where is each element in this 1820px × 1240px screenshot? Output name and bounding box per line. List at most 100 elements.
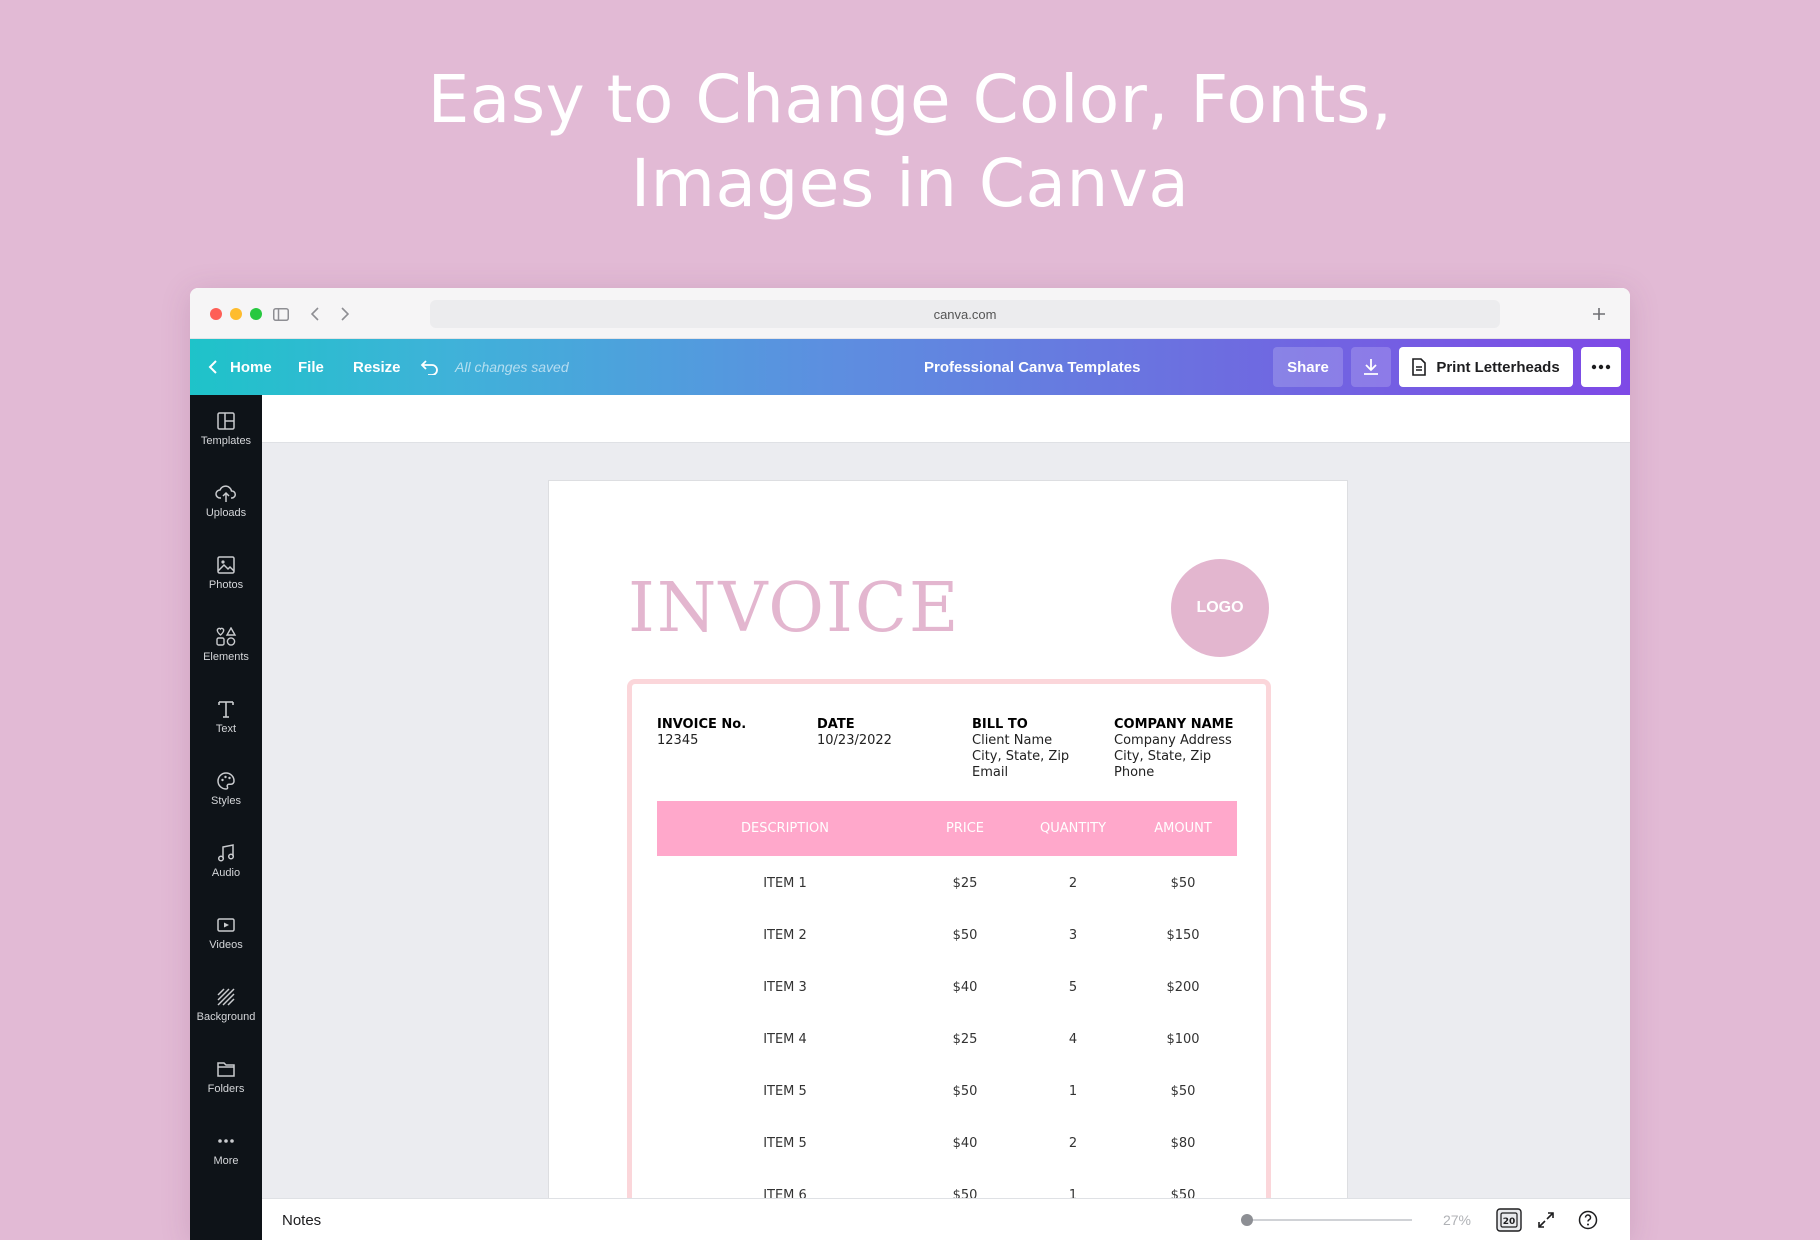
sidebar-item-folders[interactable]: Folders: [190, 1053, 262, 1115]
browser-titlebar: canva.com: [190, 288, 1630, 339]
invoice-number-label: INVOICE No.: [657, 717, 747, 732]
logo-placeholder[interactable]: LOGO: [1171, 559, 1269, 657]
cell-amount: $100: [1166, 1031, 1200, 1047]
forward-arrow-icon[interactable]: [332, 301, 358, 327]
cell-description: ITEM 1: [763, 875, 807, 891]
bill-to-line: City, State, Zip: [972, 749, 1070, 764]
page-grid-button[interactable]: 20: [1495, 1207, 1523, 1233]
chevron-left-icon: [208, 360, 217, 374]
close-window-button[interactable]: [210, 308, 222, 320]
bill-to-block[interactable]: BILL TO Client Name City, State, Zip Ema…: [972, 717, 1069, 781]
cell-price: $25: [952, 1031, 978, 1047]
sidebar-item-text[interactable]: Text: [190, 693, 262, 755]
maximize-window-button[interactable]: [250, 308, 262, 320]
undo-icon: [420, 360, 438, 375]
sidebar-item-elements[interactable]: Elements: [190, 621, 262, 683]
sidebar-item-photos[interactable]: Photos: [190, 549, 262, 611]
bill-to-line: Email: [972, 765, 1009, 780]
invoice-title[interactable]: INVOICE: [628, 569, 961, 648]
zoom-level[interactable]: 27%: [1432, 1199, 1482, 1240]
cell-amount: $200: [1166, 979, 1200, 995]
browser-window: canva.com Home File Resize All changes s…: [190, 288, 1630, 1240]
cell-amount: $50: [1170, 1187, 1196, 1202]
date-value: 10/23/2022: [817, 733, 892, 748]
cell-description: ITEM 6: [763, 1187, 807, 1202]
sidebar-item-videos[interactable]: Videos: [190, 909, 262, 971]
notes-button[interactable]: Notes: [282, 1199, 321, 1240]
bill-to-line: Client Name: [972, 733, 1053, 748]
zoom-slider-thumb[interactable]: [1241, 1214, 1253, 1226]
table-row[interactable]: ITEM 5 $40 2 $80: [657, 1117, 1237, 1169]
table-row[interactable]: ITEM 4 $25 4 $100: [657, 1013, 1237, 1065]
cell-quantity: 1: [1068, 1083, 1078, 1099]
help-question-icon: [1578, 1210, 1598, 1230]
cell-quantity: 3: [1068, 927, 1078, 943]
help-button[interactable]: [1574, 1207, 1602, 1233]
resize-button[interactable]: Resize: [353, 339, 401, 395]
print-letterheads-button[interactable]: Print Letterheads: [1399, 347, 1573, 387]
sidebar-item-audio[interactable]: Audio: [190, 837, 262, 899]
bottom-bar: Notes 27% 20: [262, 1198, 1630, 1240]
company-line: City, State, Zip: [1114, 749, 1212, 764]
date-block[interactable]: DATE 10/23/2022: [817, 717, 892, 749]
headline-line-1: Easy to Change Color, Fonts,: [427, 61, 1393, 138]
column-header-price: PRICE: [946, 821, 984, 836]
more-options-button[interactable]: [1581, 347, 1621, 387]
cell-amount: $150: [1166, 927, 1200, 943]
sidebar-toggle-icon[interactable]: [268, 301, 294, 327]
bill-to-label: BILL TO: [972, 717, 1028, 732]
cell-quantity: 2: [1068, 1135, 1078, 1151]
home-label: Home: [230, 358, 272, 376]
fullscreen-button[interactable]: [1532, 1207, 1560, 1233]
new-tab-plus-icon[interactable]: [1586, 301, 1612, 327]
sidebar-item-label: More: [213, 1155, 239, 1167]
background-pattern-icon: [217, 988, 235, 1006]
design-page[interactable]: INVOICE LOGO INVOICE No. 12345 DATE 10/2…: [549, 481, 1347, 1201]
download-icon: [1364, 359, 1378, 375]
file-menu-button[interactable]: File: [298, 339, 324, 395]
download-button[interactable]: [1351, 347, 1391, 387]
sidebar-item-more[interactable]: More: [190, 1125, 262, 1187]
cell-description: ITEM 5: [763, 1083, 807, 1099]
table-row[interactable]: ITEM 1 $25 2 $50: [657, 857, 1237, 909]
cell-price: $40: [952, 979, 978, 995]
sidebar-item-label: Uploads: [205, 507, 247, 519]
sidebar-item-label: Background: [196, 1011, 256, 1023]
invoice-number-block[interactable]: INVOICE No. 12345: [657, 717, 746, 749]
sidebar-item-uploads[interactable]: Uploads: [190, 477, 262, 539]
sidebar-item-label: Styles: [211, 795, 241, 807]
cell-quantity: 1: [1068, 1187, 1078, 1202]
cell-price: $50: [952, 927, 978, 943]
table-row[interactable]: ITEM 5 $50 1 $50: [657, 1065, 1237, 1117]
url-bar[interactable]: canva.com: [430, 300, 1500, 328]
home-button[interactable]: Home: [208, 339, 272, 395]
table-row[interactable]: ITEM 6 $50 1 $50: [657, 1169, 1237, 1202]
cell-quantity: 4: [1068, 1031, 1078, 1047]
cell-description: ITEM 2: [763, 927, 807, 943]
share-button[interactable]: Share: [1273, 347, 1343, 387]
cell-description: ITEM 3: [763, 979, 807, 995]
back-arrow-icon[interactable]: [302, 301, 328, 327]
sidebar-item-background[interactable]: Background: [190, 981, 262, 1043]
table-row[interactable]: ITEM 2 $50 3 $150: [657, 909, 1237, 961]
sidebar-item-label: Folders: [207, 1083, 245, 1095]
sidebar-item-styles[interactable]: Styles: [190, 765, 262, 827]
minimize-window-button[interactable]: [230, 308, 242, 320]
pages-icon: 20: [1496, 1208, 1522, 1232]
left-sidebar: Templates Uploads Photos Elements Text S…: [190, 395, 262, 1240]
undo-button[interactable]: [420, 339, 440, 395]
text-icon: [218, 701, 234, 718]
table-row[interactable]: ITEM 3 $40 5 $200: [657, 961, 1237, 1013]
document-icon: [1412, 358, 1427, 376]
music-note-icon: [217, 844, 235, 862]
sidebar-item-templates[interactable]: Templates: [190, 405, 262, 467]
page-count: 20: [1503, 1217, 1516, 1227]
document-title[interactable]: Professional Canva Templates: [924, 339, 1140, 395]
company-block[interactable]: COMPANY NAME Company Address City, State…: [1114, 717, 1234, 781]
zoom-slider-track[interactable]: [1246, 1219, 1412, 1221]
save-status: All changes saved: [455, 359, 569, 375]
cell-amount: $50: [1170, 875, 1196, 891]
shapes-icon: [216, 627, 237, 646]
table-header[interactable]: DESCRIPTION PRICE QUANTITY AMOUNT: [657, 801, 1237, 856]
more-dots-icon: [218, 1139, 234, 1143]
